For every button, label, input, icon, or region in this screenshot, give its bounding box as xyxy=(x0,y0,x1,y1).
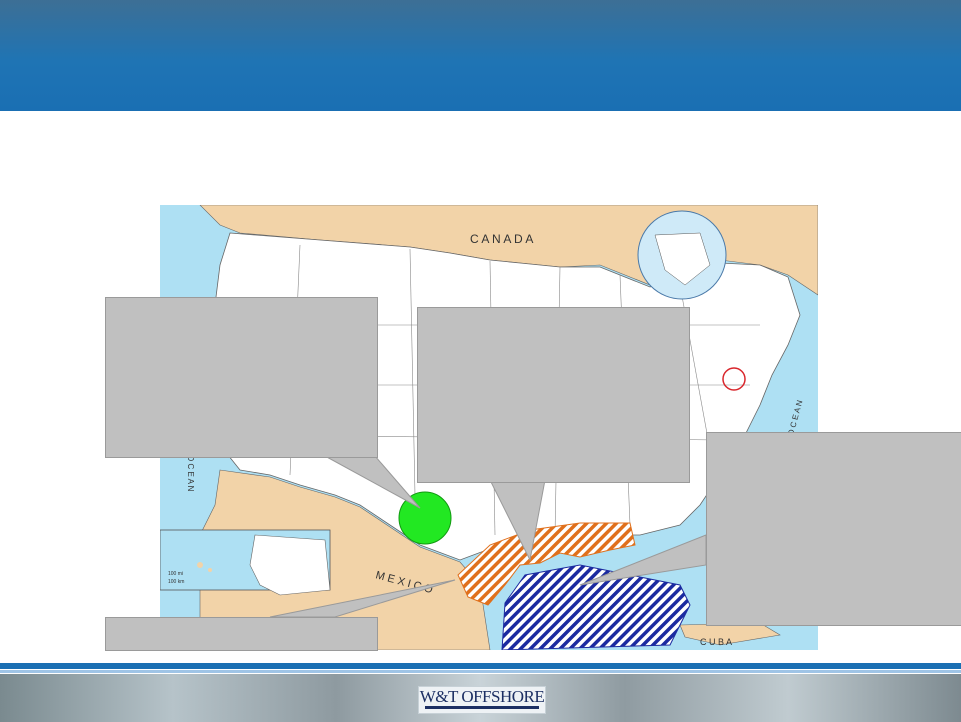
footer-rule xyxy=(0,663,961,669)
footer-rule-light xyxy=(0,670,961,673)
callout-top-left xyxy=(105,297,378,458)
company-logo: W&T OFFSHORE xyxy=(418,686,546,714)
label-canada: C A N A D A xyxy=(470,232,533,246)
header-banner xyxy=(0,0,961,111)
callout-right xyxy=(706,432,961,626)
label-cuba: C U B A xyxy=(700,637,732,647)
label-pacific: O C E A N xyxy=(186,455,195,492)
logo-underline xyxy=(425,706,539,709)
scale-bottom: 100 km xyxy=(168,579,184,585)
logo-text: W&T OFFSHORE xyxy=(419,687,545,706)
callout-bottom-left xyxy=(105,617,378,651)
callout-top-center xyxy=(417,307,690,483)
scale-top: 100 mi xyxy=(168,571,183,577)
